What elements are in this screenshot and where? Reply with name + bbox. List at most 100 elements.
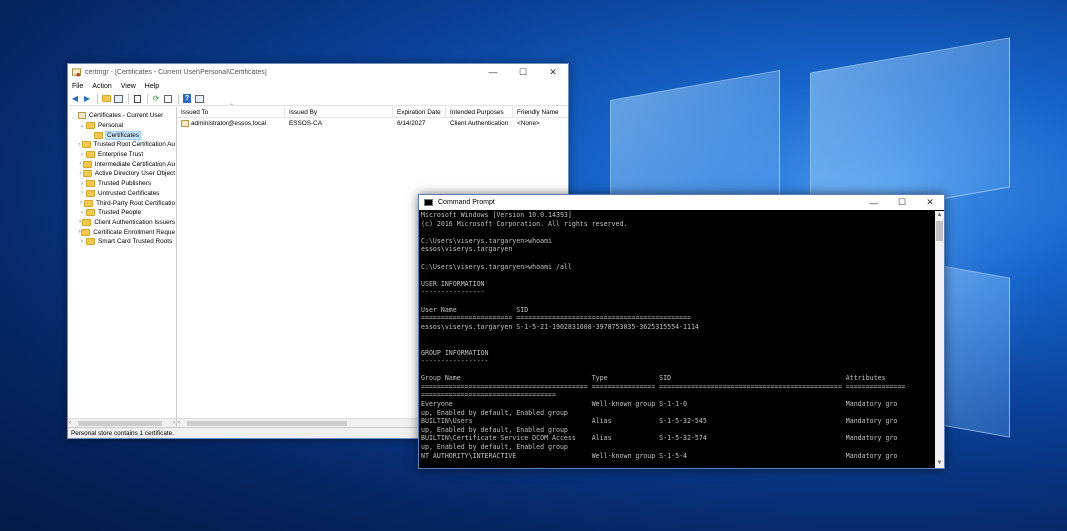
folder-icon: [86, 180, 95, 188]
console-line: C:\Users\viserys.targaryen>whoami: [421, 236, 553, 245]
close-button[interactable]: ✕: [916, 195, 944, 210]
menu-help[interactable]: Help: [145, 83, 159, 90]
expand-icon[interactable]: ›: [78, 210, 86, 216]
console-line: ----------------: [421, 288, 485, 297]
back-arrow-icon[interactable]: ◀: [70, 94, 80, 104]
column-friendly-name[interactable]: Friendly Name: [513, 107, 561, 117]
console-line: up, Enabled by default, Enabled group: [421, 443, 568, 452]
help-icon[interactable]: ?: [182, 94, 192, 104]
table-row[interactable]: administrator@essos.local ESSOS-CA 6/14/…: [177, 118, 568, 129]
column-intended-purposes[interactable]: Intended Purposes: [446, 107, 513, 117]
tree-item[interactable]: › Enterprise Trust: [68, 150, 176, 160]
tree-item-label: Active Directory User Object: [94, 170, 175, 178]
maximize-button[interactable]: ☐: [888, 195, 916, 210]
folder-icon: [86, 209, 95, 217]
expand-icon[interactable]: ›: [78, 190, 86, 196]
console-line: (c) 2016 Microsoft Corporation. All righ…: [421, 219, 628, 228]
collapse-icon[interactable]: ⌄: [78, 122, 86, 129]
folder-icon: [82, 160, 92, 168]
maximize-button[interactable]: ☐: [508, 64, 538, 80]
tree-item[interactable]: › Client Authentication Issuers: [68, 218, 176, 228]
command-prompt-window[interactable]: Command Prompt — ☐ ✕ Microsoft Windows […: [418, 194, 945, 469]
folder-icon: [84, 199, 94, 207]
tree-item[interactable]: › Trusted People: [68, 208, 176, 218]
refresh-icon[interactable]: ⟳: [151, 94, 161, 104]
certificate-icon: [181, 120, 189, 127]
minimize-button[interactable]: —: [860, 195, 888, 210]
cmd-vertical-scrollbar[interactable]: ▲ ▼: [935, 211, 944, 468]
cell-expiration-date: 6/14/2027: [397, 120, 426, 127]
tree-item[interactable]: › Untrusted Certificates: [68, 189, 176, 199]
tree-item[interactable]: › Trusted Root Certification Au: [68, 140, 176, 150]
up-folder-icon[interactable]: [101, 94, 111, 104]
cell-issued-to: administrator@essos.local: [191, 120, 267, 127]
properties-icon[interactable]: [132, 94, 142, 104]
export-list-icon[interactable]: [163, 94, 173, 104]
tree-item[interactable]: › Smart Card Trusted Roots: [68, 237, 176, 247]
column-expiration-date[interactable]: Expiration Date: [393, 107, 446, 117]
console-line: BUILTIN\Users Alias S-1-5-32-545 Mandato…: [421, 417, 898, 426]
scroll-thumb[interactable]: [936, 221, 943, 241]
folder-icon: [86, 238, 95, 246]
mmc-view-icon[interactable]: [194, 94, 204, 104]
folder-icon: [82, 170, 92, 178]
tree-item[interactable]: › Trusted Publishers: [68, 179, 176, 189]
menu-file[interactable]: File: [72, 83, 83, 90]
folder-icon: [81, 141, 91, 149]
tree-item-label: Trusted People: [98, 209, 142, 217]
tree-item-label: Smart Card Trusted Roots: [98, 238, 173, 246]
console-output[interactable]: Microsoft Windows [Version 10.0.14393] (c…: [420, 211, 934, 468]
expand-icon[interactable]: ›: [78, 239, 86, 245]
tree-item-label: Untrusted Certificates: [98, 189, 160, 197]
menu-action[interactable]: Action: [92, 83, 111, 90]
console-line: ========================================…: [421, 382, 906, 391]
certmgr-titlebar[interactable]: certmgr - [Certificates - Current User\P…: [68, 64, 568, 80]
scroll-thumb[interactable]: [187, 421, 347, 426]
console-tree[interactable]: Certificates - Current User ⌄ Personal Cert…: [68, 107, 177, 427]
show-hide-tree-icon[interactable]: [113, 94, 123, 104]
scroll-thumb[interactable]: [78, 421, 162, 426]
toolbar: ◀ ▶ ⟳ ?: [68, 92, 568, 106]
menu-bar: File Action View Help: [68, 80, 568, 92]
tree-item[interactable]: › Third-Party Root Certificatio: [68, 198, 176, 208]
scroll-right-icon[interactable]: ›: [173, 420, 175, 426]
console-line: ==================================: [421, 391, 556, 400]
tree-item[interactable]: › Certificate Enrollment Reque: [68, 227, 176, 237]
list-header: ⌃ Issued To Issued By Expiration Date In…: [177, 104, 568, 118]
console-line: NT AUTHORITY\INTERACTIVE Well-known grou…: [421, 451, 898, 460]
cell-issued-by: ESSOS-CA: [289, 120, 323, 127]
scroll-down-icon[interactable]: ▼: [935, 459, 944, 468]
tree-item[interactable]: › Intermediate Certification Au: [68, 159, 176, 169]
tree-item[interactable]: › Active Directory User Object: [68, 169, 176, 179]
tree-item[interactable]: Certificates: [68, 130, 176, 140]
cmd-titlebar[interactable]: Command Prompt — ☐ ✕: [419, 195, 944, 210]
scroll-left-icon[interactable]: ‹: [178, 420, 180, 426]
console-line: Everyone Well-known group S-1-1-0 Mandat…: [421, 400, 898, 409]
folder-icon: [86, 151, 95, 159]
minimize-button[interactable]: —: [478, 64, 508, 80]
close-button[interactable]: ✕: [538, 64, 568, 80]
console-line: Group Name Type SID Attributes: [421, 374, 886, 383]
folder-icon: [86, 189, 95, 197]
tree-item-label: Personal: [98, 122, 124, 130]
console-line: up, Enabled by default, Enabled group: [421, 408, 568, 417]
expand-icon[interactable]: ›: [78, 181, 86, 187]
console-line: Microsoft Windows [Version 10.0.14393]: [421, 211, 572, 219]
tree-horizontal-scrollbar[interactable]: ‹ ›: [68, 418, 176, 427]
cell-intended-purposes: Client Authentication: [450, 120, 509, 127]
scroll-left-icon[interactable]: ‹: [69, 420, 71, 426]
tree-item-label: Certificates: [105, 130, 141, 140]
forward-arrow-icon[interactable]: ▶: [82, 94, 92, 104]
expand-icon[interactable]: ›: [78, 152, 86, 158]
tree-item-label: Third-Party Root Certificatio: [96, 199, 175, 207]
menu-view[interactable]: View: [121, 83, 136, 90]
tree-item[interactable]: Certificates - Current User: [68, 111, 176, 121]
scroll-up-icon[interactable]: ▲: [935, 211, 944, 220]
tree-item[interactable]: ⌄ Personal: [68, 121, 176, 131]
column-issued-by[interactable]: Issued By: [285, 107, 393, 117]
certmgr-app-icon: [72, 67, 81, 77]
